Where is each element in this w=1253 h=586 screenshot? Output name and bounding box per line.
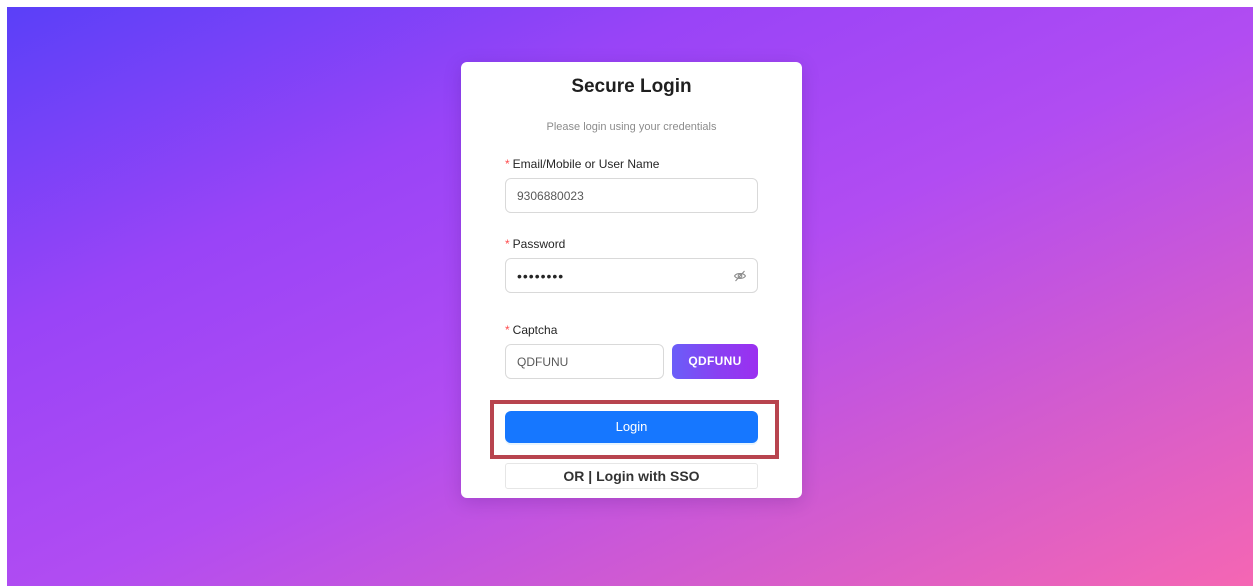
password-label-text: Password <box>512 237 566 251</box>
password-label: * Password <box>505 237 565 251</box>
captcha-field[interactable] <box>505 344 664 379</box>
password-field[interactable]: •••••••• <box>505 258 758 293</box>
background-gradient: Secure Login Please login using your cre… <box>7 7 1253 586</box>
email-label-text: Email/Mobile or User Name <box>512 157 660 171</box>
sso-login-button[interactable]: OR | Login with SSO <box>505 463 758 489</box>
required-marker: * <box>505 323 510 337</box>
captcha-input[interactable] <box>506 345 663 378</box>
email-label: * Email/Mobile or User Name <box>505 157 659 171</box>
captcha-label: * Captcha <box>505 323 557 337</box>
email-input[interactable] <box>506 179 757 212</box>
captcha-label-text: Captcha <box>512 323 558 337</box>
login-button-highlight <box>490 400 779 459</box>
captcha-code[interactable]: QDFUNU <box>672 344 758 379</box>
required-marker: * <box>505 237 510 251</box>
required-marker: * <box>505 157 510 171</box>
eye-invisible-icon[interactable] <box>733 269 747 283</box>
password-masked-value: •••••••• <box>517 268 565 284</box>
page-title: Secure Login <box>571 76 692 97</box>
email-field[interactable] <box>505 178 758 213</box>
login-subtitle: Please login using your credentials <box>546 121 717 133</box>
